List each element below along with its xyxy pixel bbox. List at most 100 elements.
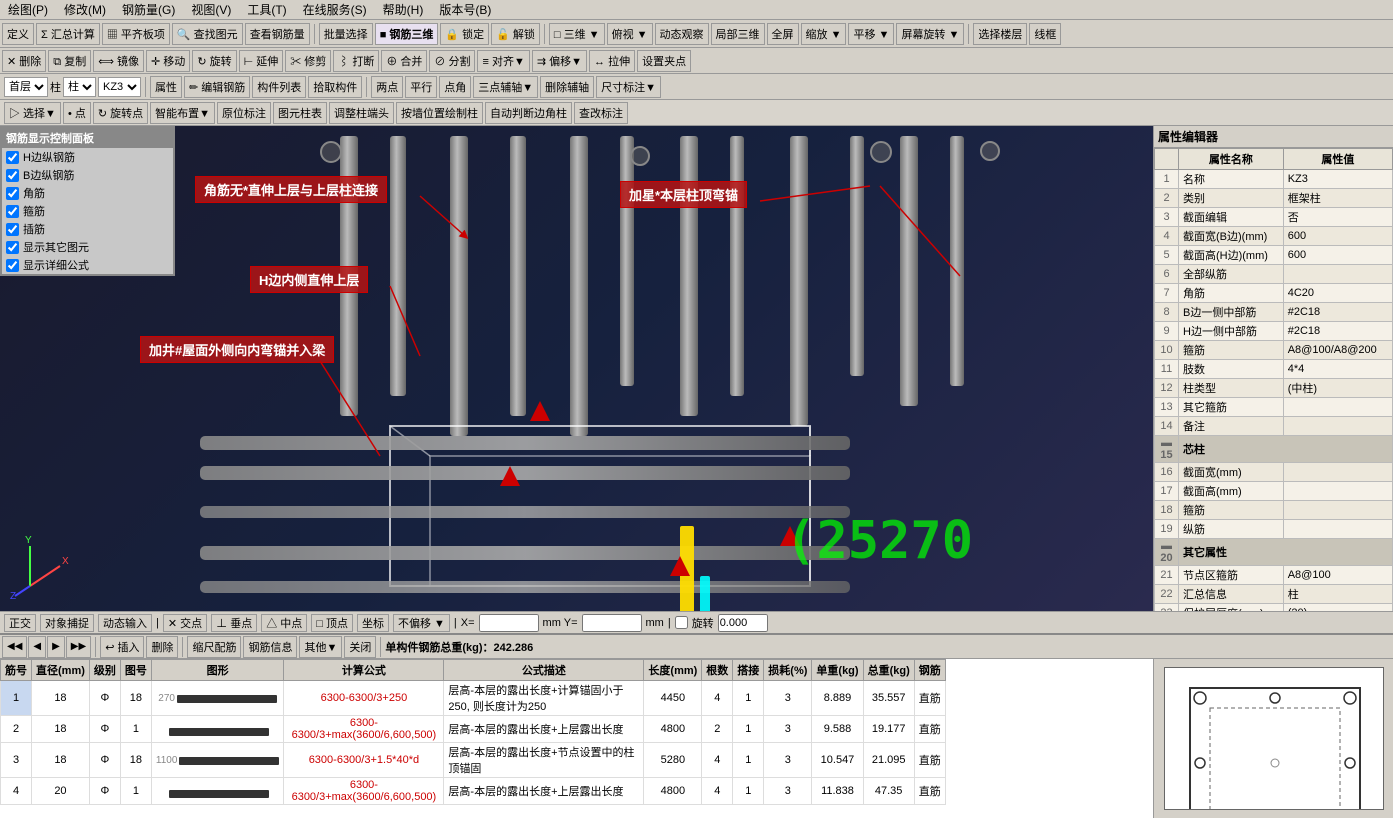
btn-zoom[interactable]: 缩放 ▼ [801, 23, 847, 45]
btn-auto-corner[interactable]: 自动判断边角柱 [485, 102, 572, 124]
table-row[interactable]: 4 20 Φ 1 6300-6300/3+max(3600/6,600,500)… [1, 778, 946, 805]
btn-component-list[interactable]: 构件列表 [252, 76, 306, 98]
btn-intersection[interactable]: ✕ 交点 [163, 614, 207, 632]
btn-lock[interactable]: 🔒 锁定 [440, 23, 489, 45]
btn-define[interactable]: 定义 [2, 23, 34, 45]
prop-row-value[interactable]: (20) [1283, 604, 1392, 612]
rotate-input[interactable] [718, 614, 768, 632]
element-select[interactable]: KZ3 [98, 77, 141, 97]
btn-topview[interactable]: 俯视 ▼ [607, 23, 653, 45]
btn-smart-place[interactable]: 智能布置▼ [150, 102, 215, 124]
btn-perpendicular[interactable]: ⊥ 垂点 [211, 614, 257, 632]
btn-rotate-screen[interactable]: 屏幕旋转 ▼ [896, 23, 964, 45]
btn-nav-first[interactable]: ◀◀ [2, 636, 27, 658]
btn-in-situ[interactable]: 原位标注 [217, 102, 271, 124]
prop-row-value[interactable]: #2C18 [1283, 303, 1392, 322]
btn-view-rebar[interactable]: 查看钢筋量 [245, 23, 310, 45]
btn-nav-last[interactable]: ▶▶ [66, 636, 91, 658]
cb-h-rebar[interactable]: H边纵钢筋 [2, 148, 173, 166]
cb-corner-rebar[interactable]: 角筋 [2, 184, 173, 202]
btn-fullscreen[interactable]: 全屏 [767, 23, 799, 45]
btn-vertex[interactable]: □ 顶点 [311, 614, 353, 632]
btn-pan[interactable]: 平移 ▼ [848, 23, 894, 45]
btn-rebar-3d[interactable]: ■ 钢筋三维 [375, 23, 439, 45]
btn-select-tool[interactable]: ▷ 选择▼ [4, 102, 61, 124]
btn-rebar-info[interactable]: 钢筋信息 [243, 636, 297, 658]
menu-item-version[interactable]: 版本号(B) [435, 0, 495, 19]
cb-show-other[interactable]: 显示其它图元 [2, 238, 173, 256]
btn-set-grip[interactable]: 设置夹点 [637, 50, 691, 72]
btn-offset[interactable]: ⇉ 偏移▼ [532, 50, 587, 72]
btn-dyn-input[interactable]: 动态输入 [98, 614, 152, 632]
btn-coord[interactable]: 坐标 [357, 614, 389, 632]
btn-angle[interactable]: 点角 [439, 76, 471, 98]
btn-trim[interactable]: ✂ 修剪 [285, 50, 331, 72]
btn-sum[interactable]: Σ 汇总计算 [36, 23, 100, 45]
coord-y-input[interactable] [582, 614, 642, 632]
cb-stirrup[interactable]: 箍筋 [2, 202, 173, 220]
prop-row-value[interactable]: 4*4 [1283, 360, 1392, 379]
menu-item-view[interactable]: 视图(V) [187, 0, 235, 19]
prop-row-value[interactable] [1283, 398, 1392, 417]
prop-row-value[interactable]: #2C18 [1283, 322, 1392, 341]
btn-other[interactable]: 其他▼ [299, 636, 342, 658]
btn-rotate-pt[interactable]: ↻ 旋转点 [93, 102, 148, 124]
btn-nav-prev[interactable]: ◀ [28, 636, 46, 658]
type-select[interactable]: 柱 [63, 77, 96, 97]
btn-edit-rebar[interactable]: ✏ 编辑钢筋 [184, 76, 250, 98]
prop-row-value[interactable] [1283, 520, 1392, 539]
prop-row-value[interactable]: 否 [1283, 208, 1392, 227]
prop-row-value[interactable] [1283, 417, 1392, 436]
menu-item-rebar[interactable]: 钢筋量(G) [118, 0, 179, 19]
btn-pick[interactable]: 拾取构件 [308, 76, 362, 98]
menu-item-help[interactable]: 帮助(H) [379, 0, 428, 19]
prop-row-value[interactable]: A8@100 [1283, 566, 1392, 585]
table-row[interactable]: 2 18 Φ 1 6300-6300/3+max(3600/6,600,500)… [1, 716, 946, 743]
prop-row-value[interactable]: A8@100/A8@200 [1283, 341, 1392, 360]
menu-item-tools[interactable]: 工具(T) [243, 0, 290, 19]
btn-insert-row[interactable]: ↩ 插入 [100, 636, 144, 658]
btn-adj-col-end[interactable]: 调整柱端头 [329, 102, 394, 124]
btn-no-offset[interactable]: 不偏移 ▼ [393, 614, 450, 632]
btn-mirror[interactable]: ⟺ 镜像 [93, 50, 144, 72]
floor-select[interactable]: 首层 [4, 77, 48, 97]
rotate-checkbox[interactable] [675, 616, 688, 629]
btn-dimension[interactable]: 尺寸标注▼ [596, 76, 661, 98]
table-row[interactable]: 1 18 Φ 18 270 6300-6300/3+250 层高-本层的露出长度… [1, 681, 946, 716]
prop-row-value[interactable] [1283, 482, 1392, 501]
btn-snap[interactable]: 对象捕捉 [40, 614, 94, 632]
btn-3d[interactable]: □ 三维 ▼ [549, 23, 605, 45]
btn-extend[interactable]: ⊢ 延伸 [239, 50, 284, 72]
btn-move[interactable]: ✛ 移动 [146, 50, 190, 72]
btn-close[interactable]: 关闭 [344, 636, 376, 658]
prop-row-value[interactable] [1283, 265, 1392, 284]
coord-x-input[interactable] [479, 614, 539, 632]
btn-scale-rebar[interactable]: 缩尺配筋 [187, 636, 241, 658]
btn-col-table[interactable]: 图元柱表 [273, 102, 327, 124]
cb-insert-rebar[interactable]: 插筋 [2, 220, 173, 238]
btn-delete-row[interactable]: 删除 [146, 636, 178, 658]
menu-item-modify[interactable]: 修改(M) [60, 0, 110, 19]
btn-draw-by-wall[interactable]: 按墙位置绘制柱 [396, 102, 483, 124]
btn-split[interactable]: ⊘ 分割 [429, 50, 475, 72]
table-row[interactable]: 3 18 Φ 18 1100 6300-6300/3+1.5*40*d 层高-本… [1, 743, 946, 778]
btn-property[interactable]: 属性 [150, 76, 182, 98]
btn-local3d[interactable]: 局部三维 [711, 23, 765, 45]
btn-nav-next[interactable]: ▶ [47, 636, 65, 658]
menu-item-draw[interactable]: 绘图(P) [4, 0, 52, 19]
prop-row-value[interactable]: KZ3 [1283, 170, 1392, 189]
prop-row-value[interactable]: 柱 [1283, 585, 1392, 604]
btn-point[interactable]: • 点 [63, 102, 91, 124]
prop-row-value[interactable]: 4C20 [1283, 284, 1392, 303]
menu-item-online[interactable]: 在线服务(S) [299, 0, 371, 19]
btn-parallel[interactable]: 平行 [405, 76, 437, 98]
btn-align-slab[interactable]: ▦ 平齐板项 [102, 23, 170, 45]
btn-two-point[interactable]: 两点 [371, 76, 403, 98]
btn-del-aux[interactable]: 删除辅轴 [540, 76, 594, 98]
prop-row-value[interactable]: 框架柱 [1283, 189, 1392, 208]
prop-row-value[interactable]: 600 [1283, 227, 1392, 246]
btn-midpoint[interactable]: △ 中点 [261, 614, 307, 632]
prop-row-value[interactable] [1283, 501, 1392, 520]
btn-three-point[interactable]: 三点辅轴▼ [473, 76, 538, 98]
prop-row-value[interactable]: (中柱) [1283, 379, 1392, 398]
